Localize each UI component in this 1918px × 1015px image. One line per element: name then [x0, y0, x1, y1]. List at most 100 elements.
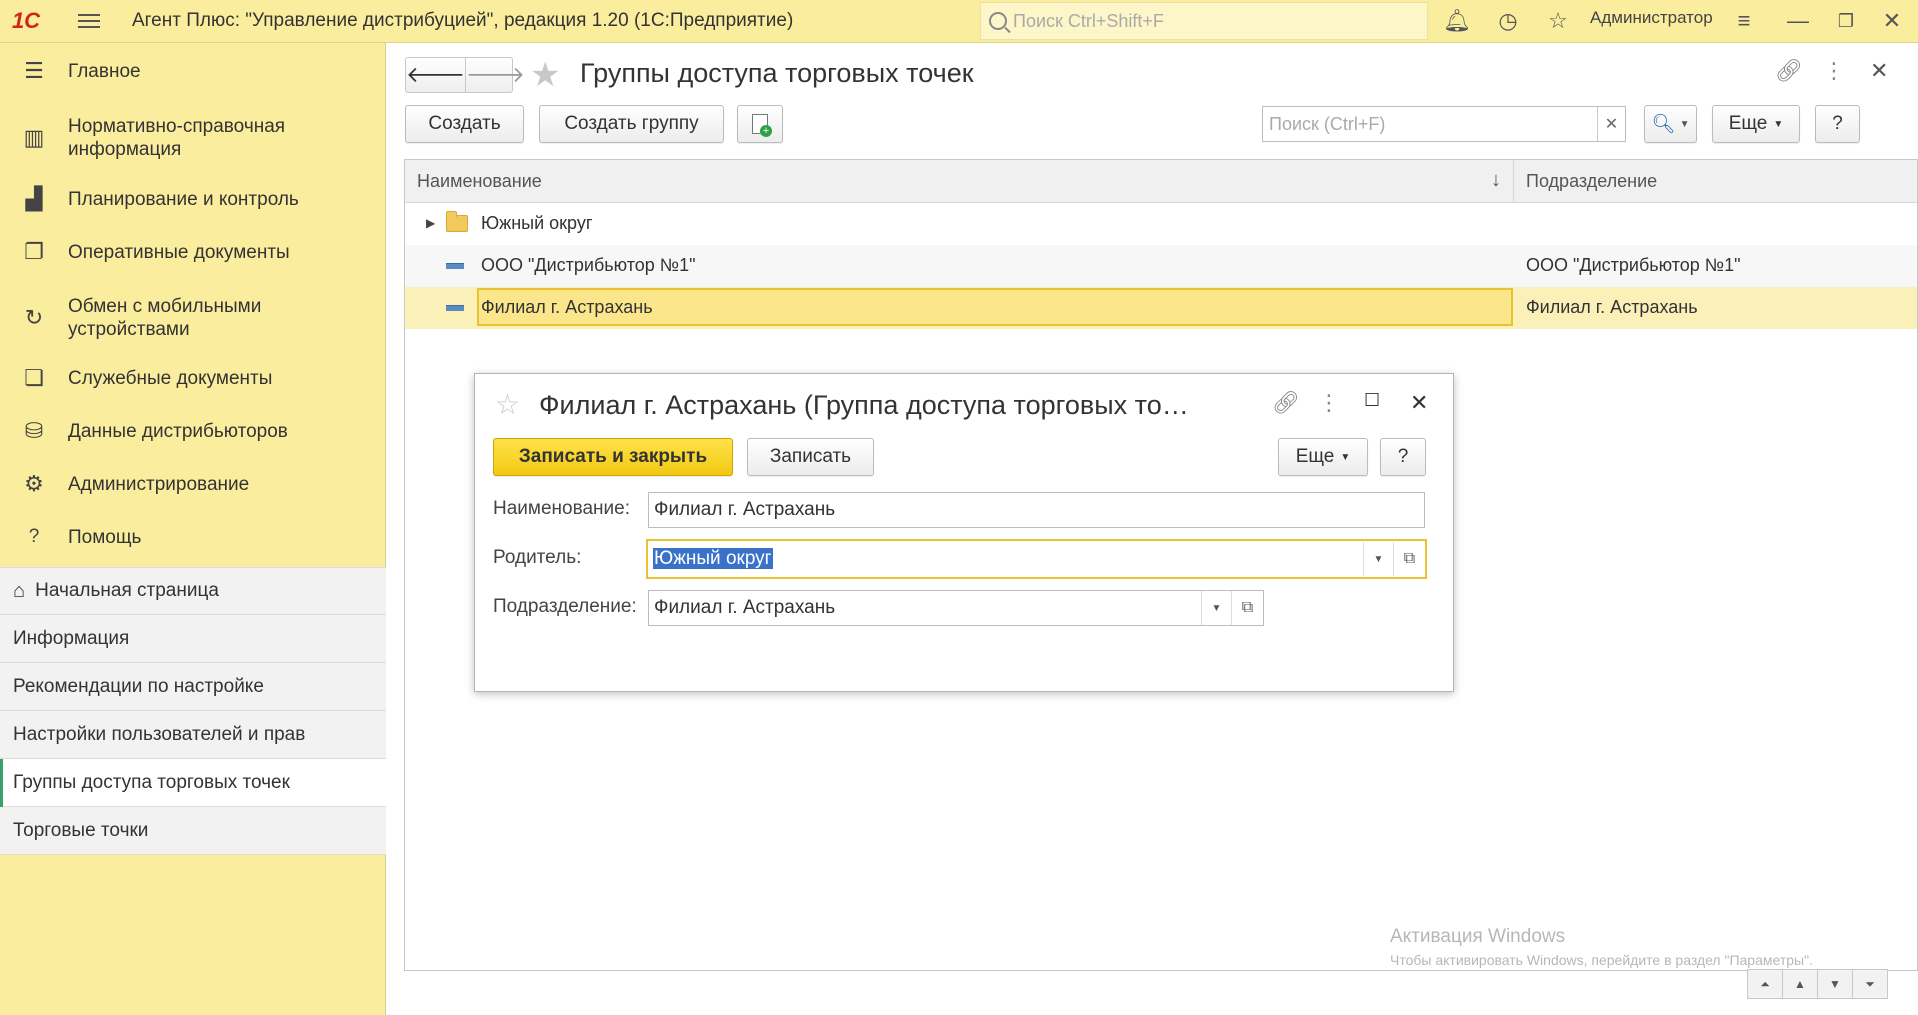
add-document-icon: + — [752, 114, 772, 137]
open-window-label: Рекомендации по настройке — [13, 675, 264, 697]
item-icon — [446, 305, 464, 311]
save-button[interactable]: Записать — [747, 438, 874, 476]
more-button[interactable]: Еще ▼ — [1712, 105, 1800, 143]
app-title: Агент Плюс: "Управление дистрибуцией", р… — [132, 10, 794, 31]
create-group-button[interactable]: Создать группу — [539, 105, 724, 143]
favorites-star-icon[interactable]: ☆ — [1543, 6, 1573, 36]
main-menu-icon[interactable] — [78, 0, 108, 43]
windows-activation-text: Чтобы активировать Windows, перейдите в … — [1390, 952, 1813, 968]
scroll-bottom-icon[interactable]: ⏷ — [1852, 969, 1888, 999]
section-planning[interactable]: ▟ Планирование и контроль — [0, 183, 386, 215]
open-window-user-settings[interactable]: Настройки пользователей и прав — [0, 711, 386, 759]
dropdown-arrow-icon[interactable]: ▼ — [1363, 542, 1393, 576]
expand-triangle-icon[interactable]: ▶ — [426, 216, 435, 230]
list-search-input[interactable]: Поиск (Ctrl+F) ✕ — [1262, 106, 1626, 142]
open-window-recommendations[interactable]: Рекомендации по настройке — [0, 663, 386, 711]
settings-menu-icon[interactable]: ≡ — [1729, 6, 1759, 36]
column-header-division[interactable]: Подразделение — [1526, 171, 1657, 192]
open-window-access-groups[interactable]: Группы доступа торговых точек — [0, 759, 386, 807]
parent-label: Родитель: — [493, 547, 582, 568]
column-header-name[interactable]: Наименование — [417, 171, 542, 192]
more-label: Еще — [1295, 446, 1335, 467]
sort-desc-icon: ↓ — [1491, 169, 1501, 191]
table-row[interactable]: ООО "Дистрибьютор №1" ООО "Дистрибьютор … — [405, 245, 1917, 287]
database-icon: ⛁ — [24, 418, 44, 443]
search-placeholder: Поиск (Ctrl+F) — [1269, 113, 1386, 134]
dialog-title: Филиал г. Астрахань (Группа доступа торг… — [539, 390, 1189, 420]
section-mobile-exchange[interactable]: ↻ Обмен с мобильными устройствами — [0, 293, 386, 343]
open-window-label: Торговые точки — [13, 819, 149, 841]
create-copy-button[interactable]: + — [737, 105, 783, 143]
section-label: Нормативно-справочная информация — [68, 116, 286, 160]
table-scroll-buttons: ⏶ ▲ ▼ ⏷ — [1747, 969, 1888, 999]
division-field[interactable]: Филиал г. Астрахань ▼ ⧉ — [648, 590, 1264, 626]
help-button[interactable]: ? — [1815, 105, 1860, 143]
bell-icon[interactable]: 🔔︎ — [1442, 6, 1472, 36]
scroll-top-icon[interactable]: ⏶ — [1747, 969, 1783, 999]
clear-search-icon[interactable]: ✕ — [1597, 107, 1625, 141]
open-form-icon[interactable]: ⧉ — [1393, 542, 1425, 576]
section-main[interactable]: ☰ Главное — [0, 55, 386, 87]
section-administration[interactable]: ⚙ Администрирование — [0, 468, 386, 500]
section-service-docs[interactable]: ❏ Служебные документы — [0, 362, 386, 394]
division-label: Подразделение: — [493, 596, 637, 617]
section-label: Данные дистрибьюторов — [68, 420, 288, 442]
row-name: ООО "Дистрибьютор №1" — [481, 255, 696, 275]
home-icon: ⌂ — [13, 579, 26, 602]
book-icon: ▥ — [23, 125, 45, 150]
user-name[interactable]: Администратор — [1590, 8, 1713, 28]
save-and-close-button[interactable]: Записать и закрыть — [493, 438, 733, 476]
help-icon: ? — [28, 526, 40, 547]
row-division: ООО "Дистрибьютор №1" — [1526, 255, 1741, 275]
help-button[interactable]: ? — [1380, 438, 1426, 476]
folder-icon — [446, 211, 468, 232]
chart-icon: ▟ — [25, 186, 43, 211]
create-button[interactable]: Создать — [405, 105, 524, 143]
favorite-star-icon[interactable]: ★ — [530, 55, 560, 95]
search-icon: 🔍︎ — [1651, 114, 1676, 135]
section-distributor-data[interactable]: ⛁ Данные дистрибьюторов — [0, 415, 386, 447]
favorite-star-icon[interactable]: ☆ — [495, 388, 520, 421]
close-icon[interactable]: ✕ — [1410, 390, 1428, 416]
restore-icon[interactable]: ❐ — [1831, 6, 1861, 36]
row-division: Филиал г. Астрахань — [1526, 297, 1698, 317]
close-icon[interactable]: ✕ — [1870, 58, 1888, 84]
global-search-input[interactable]: Поиск Ctrl+Shift+F — [980, 2, 1428, 40]
scroll-up-icon[interactable]: ▲ — [1782, 969, 1818, 999]
open-window-home[interactable]: ⌂ Начальная страница — [0, 567, 386, 615]
open-form-icon[interactable]: ⧉ — [1231, 591, 1263, 625]
table-row[interactable]: ▶ Южный округ — [405, 203, 1917, 245]
more-label: Еще — [1728, 113, 1768, 134]
section-operative-docs[interactable]: ❐ Оперативные документы — [0, 236, 386, 268]
open-window-info[interactable]: Информация — [0, 615, 386, 663]
section-label: Администрирование — [68, 473, 250, 495]
open-window-label: Настройки пользователей и прав — [13, 723, 306, 745]
name-value: Филиал г. Астрахань — [654, 499, 836, 520]
more-button[interactable]: Еще ▼ — [1278, 438, 1368, 476]
name-field[interactable]: Филиал г. Астрахань — [648, 492, 1425, 528]
table-row-selected[interactable]: Филиал г. Астрахань Филиал г. Астрахань — [405, 287, 1917, 329]
dropdown-arrow-icon[interactable]: ▼ — [1201, 591, 1231, 625]
history-icon[interactable]: ◷ — [1493, 6, 1523, 36]
section-label: Обмен с мобильными устройствами — [68, 296, 262, 340]
minimize-icon[interactable]: — — [1783, 6, 1813, 36]
scroll-down-icon[interactable]: ▼ — [1817, 969, 1853, 999]
navigation-buttons: 🡐 🡒 — [405, 57, 525, 93]
more-vertical-icon[interactable]: ⋮ — [1318, 390, 1340, 416]
back-arrow-icon[interactable]: 🡐 — [406, 58, 466, 92]
section-nsi[interactable]: ▥ Нормативно-справочная информация — [0, 113, 386, 163]
link-icon[interactable]: 🔗︎ — [1775, 58, 1803, 84]
section-help[interactable]: ? Помощь — [0, 521, 386, 553]
1c-logo: 1С — [11, 8, 41, 33]
gear-icon: ⚙ — [24, 471, 44, 496]
parent-field[interactable]: Южный округ ▼ ⧉ — [646, 539, 1427, 579]
section-label: Планирование и контроль — [68, 188, 299, 210]
forward-arrow-icon[interactable]: 🡒 — [466, 58, 525, 92]
search-button[interactable]: 🔍︎ ▼ — [1644, 105, 1697, 143]
maximize-icon[interactable]: ☐ — [1364, 390, 1380, 411]
more-vertical-icon[interactable]: ⋮ — [1823, 58, 1845, 84]
link-icon[interactable]: 🔗︎ — [1272, 390, 1300, 416]
close-window-icon[interactable]: ✕ — [1877, 6, 1907, 36]
section-label: Оперативные документы — [68, 241, 290, 263]
open-window-trade-points[interactable]: Торговые точки — [0, 807, 386, 855]
